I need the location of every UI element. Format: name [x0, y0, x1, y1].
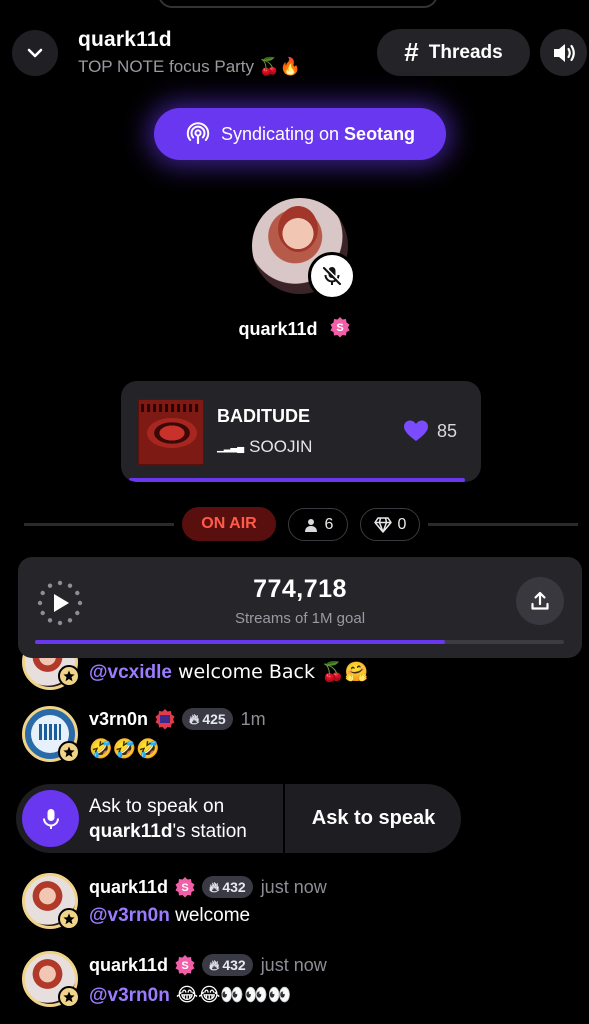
heart-icon [404, 420, 428, 441]
chat-mention[interactable]: @v3rn0n [89, 985, 170, 1006]
streams-progress-track [35, 640, 564, 644]
chat-message-text: 😂😂👀👀👀 [169, 984, 292, 1006]
fire-icon: 🔥︎ [209, 956, 220, 973]
host-name: quark11d [238, 319, 318, 339]
chat-username[interactable]: quark11d [89, 877, 168, 898]
chat-time: just now [260, 954, 327, 975]
share-button[interactable] [516, 577, 564, 625]
track-progress-bar [129, 478, 465, 482]
mic-icon [42, 808, 59, 829]
threads-button[interactable]: # Threads [377, 29, 530, 76]
syndicating-pill[interactable]: Syndicating on Seotang [154, 108, 446, 160]
ask-to-speak-bar: Ask to speak on quark11d's station Ask t… [16, 784, 461, 853]
station-subtitle: TOP NOTE focus Party 🍒🔥 [78, 57, 302, 76]
mic-off-icon [322, 266, 342, 286]
like-count: 85 [437, 420, 458, 441]
chat-user-row: quark11d S 🔥︎ 432 just now [89, 876, 327, 898]
streams-card: 774,718 Streams of 1M goal [18, 557, 582, 658]
chat-user-row: v3rn0n 🔥︎ 425 1m [89, 708, 266, 730]
equalizer-icon: ▁▂▃▄ [217, 441, 244, 453]
chat-username[interactable]: v3rn0n [89, 709, 148, 730]
star-badge-icon [58, 908, 80, 930]
listener-count: 6 [324, 515, 334, 533]
chat-user-row: quark11d S 🔥︎ 432 just now [89, 954, 327, 976]
chat-message-text: welcome [169, 905, 251, 926]
ask-station-owner: quark11d [89, 821, 173, 842]
chat-time: 1m [240, 708, 266, 729]
like-button[interactable]: 85 [403, 419, 457, 443]
ask-line-2: quark11d's station [89, 821, 247, 843]
chat-message-text: welcome Back 🍒🤗 [171, 661, 369, 683]
ask-line-2-suffix: 's station [172, 821, 247, 842]
ask-line-1: Ask to speak on [89, 796, 225, 817]
verified-s-badge-icon: S [330, 317, 350, 338]
svg-text:S: S [181, 960, 188, 972]
album-art [138, 399, 204, 465]
track-artist-row: ▁▂▃▄ SOOJIN [217, 437, 312, 457]
chat-message: @v3rn0n welcome [89, 905, 250, 927]
top-frame-edge [158, 0, 438, 8]
chat-message: @vcxidle welcome Back 🍒🤗 [89, 660, 368, 684]
chat-message: @v3rn0n 😂😂👀👀👀 [89, 983, 291, 1007]
person-icon [304, 518, 317, 532]
syndicating-prefix: Syndicating on [220, 123, 340, 144]
host-name-row[interactable]: quark11d S [0, 316, 589, 340]
fire-icon: 🔥︎ [189, 710, 200, 727]
station-badge-icon [155, 709, 175, 730]
threads-label: Threads [428, 41, 503, 63]
chat-message-text: 🤣🤣🤣 [89, 738, 160, 760]
sound-button[interactable] [540, 29, 587, 76]
divider-right [428, 523, 578, 526]
speaker-icon [553, 43, 575, 62]
chat-mention[interactable]: @v3rn0n [89, 905, 170, 926]
ask-divider [283, 784, 285, 853]
chat-time: just now [260, 876, 327, 897]
streams-count: 774,718 [253, 575, 347, 603]
track-title: BADITUDE [217, 406, 310, 426]
fire-score-badge: 🔥︎ 425 [182, 708, 233, 730]
diamond-icon [373, 516, 392, 533]
fire-score-badge: 🔥︎ 432 [202, 876, 253, 898]
on-air-badge: ON AIR [182, 507, 276, 541]
divider-left [24, 523, 174, 526]
chat-mention[interactable]: @vcxidle [89, 662, 172, 683]
gem-count-pill[interactable]: 0 [360, 508, 420, 541]
chevron-down-icon [27, 48, 43, 58]
ask-to-speak-button[interactable]: Ask to speak [286, 784, 461, 853]
listener-count-pill[interactable]: 6 [288, 508, 348, 541]
star-badge-icon [58, 665, 80, 687]
verified-s-badge-icon: S [175, 955, 195, 976]
mic-button[interactable] [22, 790, 79, 847]
muted-mic-badge [308, 252, 356, 300]
share-upload-icon [531, 591, 549, 610]
streams-goal-label: Streams of 1M goal [234, 610, 366, 627]
star-badge-icon [58, 741, 80, 763]
fire-icon: 🔥︎ [209, 878, 220, 895]
collapse-button[interactable] [12, 30, 58, 76]
syndicating-station: Seotang [344, 123, 416, 144]
chat-username[interactable]: quark11d [89, 955, 168, 976]
svg-text:S: S [336, 322, 343, 334]
verified-s-badge-icon: S [175, 877, 195, 898]
fire-score: 425 [202, 711, 226, 727]
now-playing-card[interactable]: BADITUDE ▁▂▃▄ SOOJIN 85 [121, 381, 481, 482]
star-badge-icon [58, 986, 80, 1008]
svg-text:S: S [181, 882, 188, 894]
broadcast-icon [186, 122, 210, 145]
track-artist: SOOJIN [249, 437, 313, 456]
fire-score: 432 [222, 957, 246, 973]
gem-count: 0 [397, 515, 407, 533]
fire-score-badge: 🔥︎ 432 [202, 954, 253, 976]
station-title: quark11d [78, 28, 172, 51]
fire-score: 432 [222, 879, 246, 895]
streams-progress-fill [35, 640, 445, 644]
hash-icon: # [404, 37, 419, 67]
